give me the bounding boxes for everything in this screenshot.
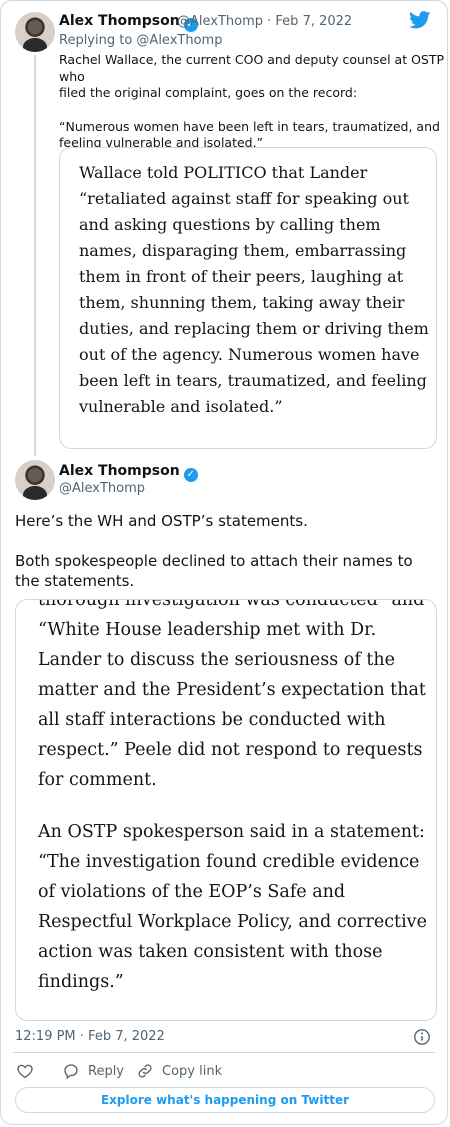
image-cut-line: thorough investigation was conducted" an… (38, 599, 425, 610)
image-text-line: matter and the President’s expectation t… (38, 680, 426, 700)
author-name-text[interactable]: Alex Thompson (59, 463, 180, 479)
image-text-line: all staff interactions be conducted with (38, 710, 386, 730)
author-name-text[interactable]: Alex Thompson (59, 13, 180, 29)
image-text-line: out of the agency. Numerous women have (79, 345, 420, 364)
image-text-line: them in front of their peers, laughing a… (79, 267, 404, 286)
handle[interactable]: @AlexThomp (59, 481, 145, 496)
tweet-text-line: Rachel Wallace, the current COO and depu… (59, 52, 445, 84)
image-text-line: Wallace told POLITICO that Lander (79, 163, 368, 182)
image-text-line: been left in tears, traumatized, and fee… (79, 371, 427, 390)
replying-to[interactable]: Replying to @AlexThomp (59, 33, 222, 48)
image-text-line: vulnerable and isolated.” (79, 397, 283, 416)
image-text-line: of violations of the EOP’s Safe and (38, 882, 346, 902)
tweet-card: Alex Thompson ✓ @AlexThomp · Feb 7, 2022 … (0, 0, 448, 1125)
reply-label: Reply (88, 1063, 125, 1079)
twitter-logo-icon[interactable] (409, 11, 431, 29)
info-icon[interactable] (413, 1028, 431, 1046)
reply-button[interactable]: Reply (62, 1062, 124, 1080)
avatar[interactable] (15, 460, 55, 500)
tweet-text-line: Here’s the WH and OSTP’s statements. (15, 512, 308, 530)
image-text-line: and asking questions by calling them (79, 215, 381, 234)
verified-icon: ✓ (183, 468, 198, 482)
timestamp[interactable]: 12:19 PM · Feb 7, 2022 (15, 1029, 165, 1044)
tweet-text-line: Both spokespeople declined to attach the… (15, 552, 413, 570)
tweet-image[interactable]: Wallace told POLITICO that Lander “retal… (59, 147, 437, 449)
tweet-text-line: “Numerous women have been left in tears,… (59, 118, 440, 134)
heart-icon[interactable] (16, 1062, 34, 1080)
thread-line (34, 55, 36, 456)
image-text-line: for comment. (38, 770, 157, 790)
reply-icon (64, 1064, 78, 1080)
tweet-text-line: filed the original complaint, goes on th… (59, 85, 358, 100)
tweet-text: Here’s the WH and OSTP’s statements. Bot… (15, 511, 435, 591)
image-text-line: respect.” Peele did not respond to reque… (38, 740, 423, 760)
link-icon (138, 1064, 152, 1078)
image-text-line: findings.” (38, 972, 124, 992)
tweet-text: Rachel Wallace, the current COO and depu… (59, 52, 444, 152)
image-text-line: “The investigation found credible eviden… (38, 852, 420, 872)
handle-date[interactable]: @AlexThomp · Feb 7, 2022 (177, 14, 352, 29)
image-text-line: duties, and replacing them or driving th… (79, 319, 429, 338)
copy-link-label: Copy link (162, 1063, 223, 1079)
image-text-line: An OSTP spokesperson said in a statement… (38, 822, 425, 842)
author-name[interactable]: Alex Thompson ✓ (59, 463, 198, 482)
image-text-line: “White House leadership met with Dr. (38, 620, 377, 640)
copy-link-button[interactable]: Copy link (136, 1062, 222, 1080)
tweet-image[interactable]: thorough investigation was conducted" an… (15, 599, 437, 1021)
image-text-line: Respectful Workplace Policy, and correct… (38, 912, 427, 932)
divider (13, 1052, 435, 1053)
avatar[interactable] (15, 12, 55, 52)
explore-button[interactable]: Explore what's happening on Twitter (15, 1087, 435, 1113)
image-text-line: them, shunning them, taking away their (79, 293, 405, 312)
image-text-line: Lander to discuss the seriousness of the (38, 650, 396, 670)
tweet-text-line: the statements. (15, 572, 135, 590)
image-text-line: names, disparaging them, embarrassing (79, 241, 407, 260)
image-text-line: “retaliated against staff for speaking o… (79, 189, 409, 208)
image-text-line: action was taken consistent with those (38, 942, 383, 962)
